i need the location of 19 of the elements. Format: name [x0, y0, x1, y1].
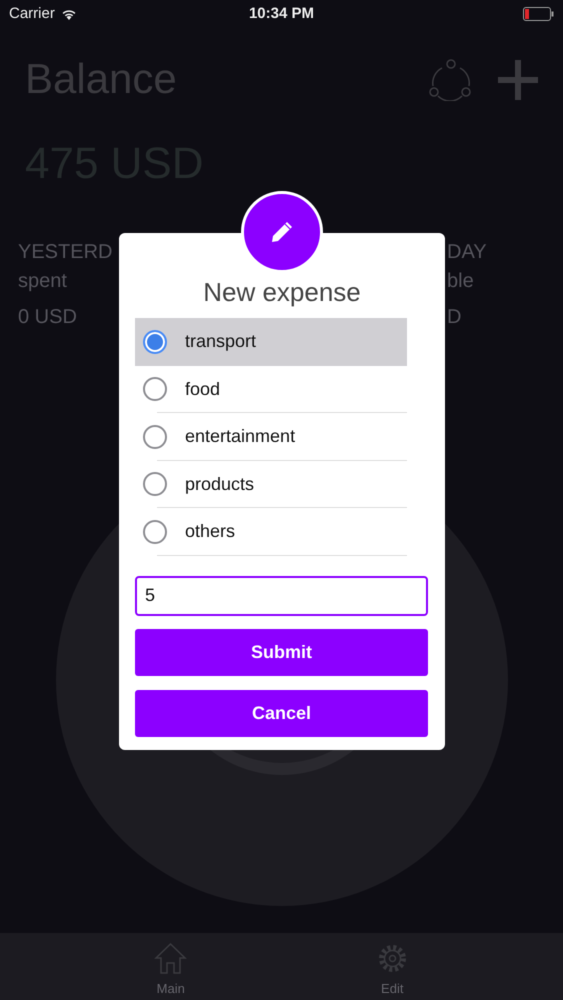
- stat-label: ble: [447, 271, 475, 291]
- category-option[interactable]: transport: [135, 318, 407, 366]
- add-icon[interactable]: [497, 59, 539, 101]
- stat-heading: YESTERD: [18, 242, 112, 262]
- stat-value: D: [447, 307, 462, 327]
- carrier-label: Carrier: [9, 4, 55, 24]
- stat-label: spent: [18, 271, 68, 291]
- submit-button[interactable]: Submit: [135, 628, 428, 676]
- cancel-button[interactable]: Cancel: [135, 690, 428, 737]
- pencil-icon: [270, 220, 294, 244]
- dialog-title: New expense: [202, 277, 362, 308]
- amount-field[interactable]: 5: [135, 576, 428, 616]
- battery-icon: [523, 7, 554, 21]
- stat-value: 0 USD: [18, 307, 78, 327]
- status-time: 10:34 PM: [248, 4, 314, 24]
- share-icon[interactable]: [429, 59, 473, 101]
- home-icon: [154, 942, 188, 975]
- wifi-icon: [60, 8, 77, 20]
- stat-heading: DAY: [447, 242, 488, 262]
